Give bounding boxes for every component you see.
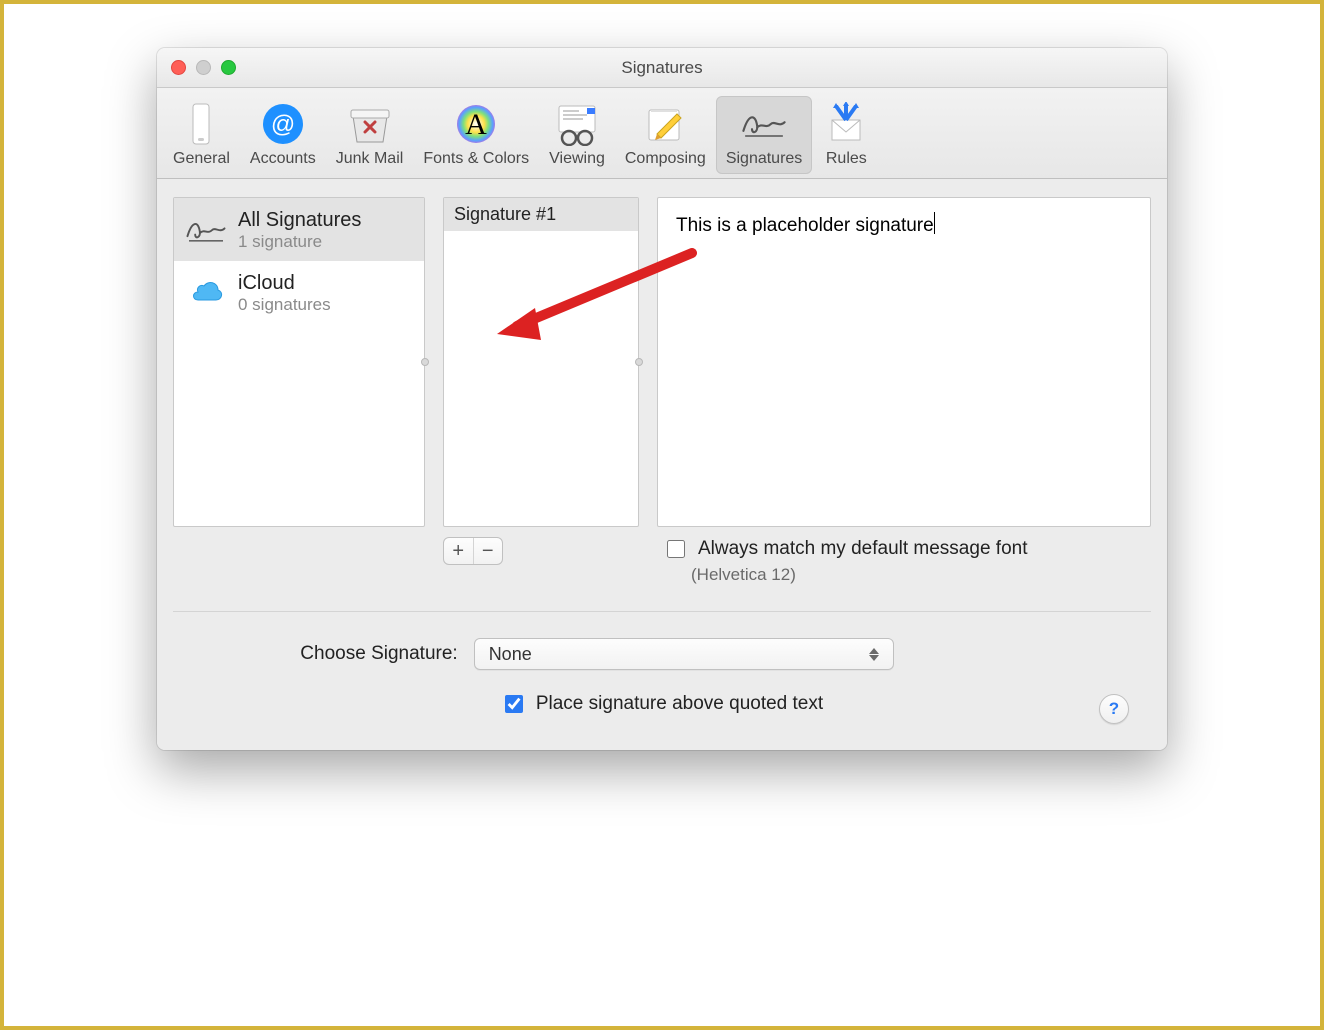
tab-label: Rules	[826, 150, 867, 168]
rules-icon	[822, 100, 870, 148]
account-subtitle: 0 signatures	[238, 295, 331, 315]
signature-name: Signature #1	[454, 204, 556, 224]
tab-label: General	[173, 150, 230, 168]
bottom-section: Choose Signature: None Place signature a…	[173, 611, 1151, 750]
signatures-icon	[740, 100, 788, 148]
fonts-colors-icon: A	[452, 100, 500, 148]
accounts-icon: @	[259, 100, 307, 148]
minimize-window-button[interactable]	[196, 60, 211, 75]
add-remove-signature-control: + −	[443, 537, 503, 565]
text-caret	[934, 212, 935, 234]
place-above-quoted-label: Place signature above quoted text	[536, 693, 823, 715]
signatures-content: All Signatures 1 signature iCloud 0 sign…	[157, 179, 1167, 750]
signature-body-text: This is a placeholder signature	[676, 215, 934, 236]
tab-label: Accounts	[250, 150, 316, 168]
choose-signature-row: Choose Signature: None	[157, 638, 1127, 670]
remove-signature-button[interactable]: −	[474, 538, 503, 564]
tab-junk-mail[interactable]: Junk Mail	[326, 96, 414, 174]
window-title: Signatures	[157, 58, 1167, 78]
tab-label: Composing	[625, 150, 706, 168]
column-resize-handle[interactable]	[421, 358, 429, 366]
match-default-font-input[interactable]	[667, 540, 685, 558]
help-button[interactable]: ?	[1099, 694, 1129, 724]
tab-signatures[interactable]: Signatures	[716, 96, 813, 174]
account-all-signatures[interactable]: All Signatures 1 signature	[174, 198, 424, 261]
tab-label: Fonts & Colors	[423, 150, 529, 168]
column-resize-handle[interactable]	[635, 358, 643, 366]
signature-list-panel: Signature #1	[443, 197, 639, 527]
icloud-icon	[184, 271, 228, 315]
place-above-quoted-input[interactable]	[505, 695, 523, 713]
choose-signature-label: Choose Signature:	[300, 643, 457, 665]
svg-text:@: @	[271, 111, 295, 138]
account-subtitle: 1 signature	[238, 232, 361, 252]
preferences-window: Signatures General @ Accounts Junk Mail	[157, 48, 1167, 750]
junk-mail-icon	[346, 100, 394, 148]
accounts-panel: All Signatures 1 signature iCloud 0 sign…	[173, 197, 425, 527]
signature-list-item[interactable]: Signature #1	[444, 198, 638, 231]
tab-fonts-colors[interactable]: A Fonts & Colors	[413, 96, 539, 174]
titlebar: Signatures	[157, 48, 1167, 88]
tab-accounts[interactable]: @ Accounts	[240, 96, 326, 174]
tab-viewing[interactable]: Viewing	[539, 96, 615, 174]
choose-signature-value: None	[489, 644, 532, 665]
tab-general[interactable]: General	[163, 96, 240, 174]
signature-editor-panel[interactable]: This is a placeholder signature	[657, 197, 1151, 527]
choose-signature-popup[interactable]: None	[474, 638, 894, 670]
help-icon: ?	[1109, 699, 1119, 719]
tab-rules[interactable]: Rules	[812, 96, 880, 174]
tab-label: Junk Mail	[336, 150, 404, 168]
close-window-button[interactable]	[171, 60, 186, 75]
match-default-font-checkbox[interactable]: Always match my default message font	[663, 537, 1027, 561]
preferences-toolbar: General @ Accounts Junk Mail	[157, 88, 1167, 179]
composing-icon	[641, 100, 689, 148]
match-default-font-label: Always match my default message font	[698, 538, 1027, 560]
signature-glyph-icon	[184, 208, 228, 252]
add-signature-button[interactable]: +	[444, 538, 474, 564]
popup-stepper-icon	[869, 648, 883, 661]
zoom-window-button[interactable]	[221, 60, 236, 75]
account-icloud[interactable]: iCloud 0 signatures	[174, 261, 424, 324]
window-controls	[171, 60, 236, 75]
general-icon	[177, 100, 225, 148]
svg-text:A: A	[465, 108, 487, 141]
viewing-icon	[553, 100, 601, 148]
place-above-quoted-checkbox[interactable]: Place signature above quoted text	[501, 692, 823, 716]
default-font-note: (Helvetica 12)	[691, 565, 1027, 585]
account-title: All Signatures	[238, 209, 361, 232]
tab-composing[interactable]: Composing	[615, 96, 716, 174]
account-title: iCloud	[238, 272, 331, 295]
signature-editor-content[interactable]: This is a placeholder signature	[658, 198, 1150, 526]
tab-label: Signatures	[726, 150, 803, 168]
tab-label: Viewing	[549, 150, 605, 168]
